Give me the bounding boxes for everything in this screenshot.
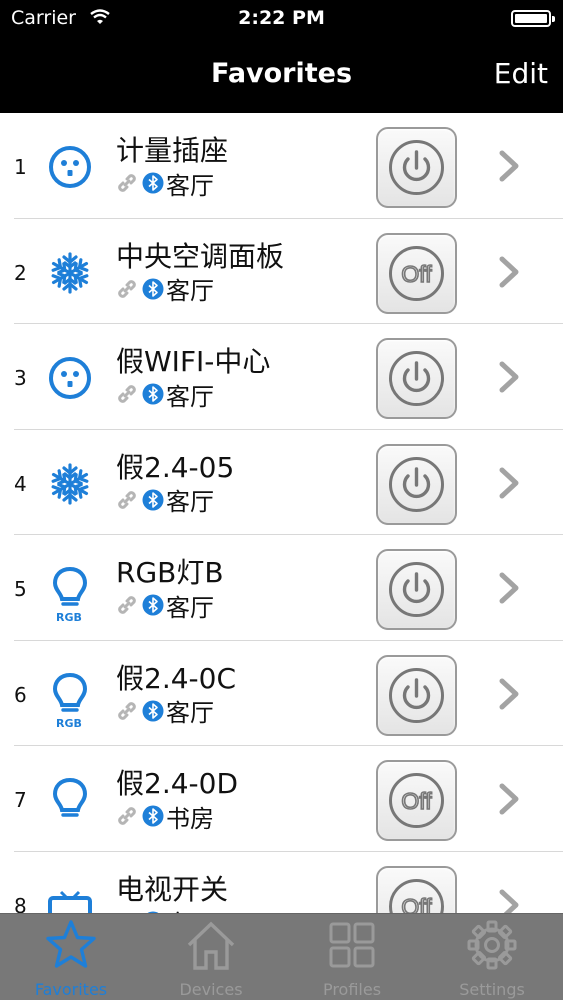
link-icon xyxy=(118,174,136,192)
device-meta: 客厅 xyxy=(116,589,214,622)
bluetooth-icon xyxy=(142,383,164,405)
tab-label: Favorites xyxy=(34,980,108,999)
device-meta: 客厅 xyxy=(116,273,214,305)
power-toggle-button[interactable] xyxy=(376,549,457,630)
tab-favorites[interactable]: Favorites xyxy=(1,914,141,1000)
socket-icon xyxy=(46,354,94,402)
device-name: 计量插座 xyxy=(116,134,229,167)
tab-settings[interactable]: Settings xyxy=(422,914,562,1000)
row-index: 6 xyxy=(14,682,27,707)
room-label: 客厅 xyxy=(166,699,214,727)
device-name: 假2.4-05 xyxy=(116,450,235,484)
device-row[interactable]: 4 假2.4-05 客厅 xyxy=(0,430,563,536)
power-toggle-button[interactable] xyxy=(376,127,457,208)
device-row[interactable]: 3 假WIFI-中心客厅 xyxy=(0,324,563,430)
room-label: 客厅 xyxy=(166,593,214,622)
link-icon xyxy=(118,279,136,298)
device-name: 假WIFI-中心 xyxy=(116,345,271,378)
tv-icon xyxy=(46,882,94,913)
power-toggle-button[interactable]: Off xyxy=(376,760,457,841)
tab-label: Profiles xyxy=(322,980,382,999)
device-name: RGB灯B xyxy=(116,556,224,589)
chevron-right-icon[interactable] xyxy=(496,149,522,187)
device-row[interactable]: 5 RGB RGB灯B 客厅 xyxy=(0,535,563,641)
room-label: 书房 xyxy=(166,804,214,833)
edit-button[interactable]: Edit xyxy=(494,57,548,90)
power-toggle-button[interactable] xyxy=(376,443,457,525)
snowflake-icon xyxy=(46,249,94,297)
row-index: 8 xyxy=(14,893,27,914)
tab-bar: Favorites Devices Profiles Settings xyxy=(0,913,563,1000)
bulb-icon xyxy=(46,776,94,824)
device-meta: 客厅 xyxy=(116,695,214,727)
device-row[interactable]: 2 中央空调面板客厅 Off xyxy=(0,219,563,325)
device-name: 假2.4-0D xyxy=(116,767,239,800)
device-row[interactable]: 1 计量插座客厅 xyxy=(0,113,563,219)
device-meta: 书房 xyxy=(116,800,214,833)
row-index: 3 xyxy=(14,366,27,390)
device-meta: 客厅 xyxy=(116,904,214,913)
device-row[interactable]: 8 电视开关客厅 Off xyxy=(0,852,563,914)
link-icon xyxy=(118,807,136,825)
chevron-right-icon[interactable] xyxy=(496,888,522,913)
battery-icon xyxy=(511,10,555,27)
row-index: 5 xyxy=(14,577,27,601)
device-list: 1 计量插座 客厅 2 中央空调面板 客厅 Off 3 假WIFI-中心 客厅 4 假2.4-05 客厅… xyxy=(0,113,563,913)
svg-text:Off: Off xyxy=(401,894,432,914)
room-label: 客厅 xyxy=(166,171,214,200)
device-meta: 客厅 xyxy=(116,484,214,516)
device-name: 假2.4-0C xyxy=(116,661,236,695)
tab-profiles[interactable]: Profiles xyxy=(282,914,422,1000)
power-toggle-button[interactable] xyxy=(376,654,457,736)
room-label: 客厅 xyxy=(166,277,214,305)
snowflake-icon xyxy=(46,460,94,508)
chevron-right-icon[interactable] xyxy=(496,571,522,609)
chevron-right-icon[interactable] xyxy=(496,677,522,715)
room-label: 客厅 xyxy=(166,488,214,516)
link-icon xyxy=(118,385,136,403)
bluetooth-icon xyxy=(142,594,164,616)
bluetooth-icon xyxy=(142,700,164,721)
link-icon xyxy=(118,596,136,614)
chevron-right-icon[interactable] xyxy=(496,466,522,504)
device-name: 电视开关 xyxy=(116,872,229,906)
tab-devices[interactable]: Devices xyxy=(141,914,281,1000)
bluetooth-icon xyxy=(142,805,164,827)
chevron-right-icon[interactable] xyxy=(496,782,522,820)
link-icon xyxy=(118,701,136,720)
row-index: 1 xyxy=(14,155,27,179)
tab-label: Devices xyxy=(179,980,243,999)
link-icon xyxy=(118,490,136,509)
bluetooth-icon xyxy=(142,172,164,194)
chevron-right-icon[interactable] xyxy=(496,255,522,293)
power-toggle-button[interactable]: Off xyxy=(376,232,457,314)
power-toggle-button[interactable]: Off xyxy=(376,865,457,914)
device-meta: 客厅 xyxy=(116,167,214,200)
device-meta: 客厅 xyxy=(116,378,214,411)
room-label: 客厅 xyxy=(166,904,214,913)
tab-label: Settings xyxy=(459,980,525,999)
room-label: 客厅 xyxy=(166,382,214,411)
bluetooth-icon xyxy=(142,278,164,299)
row-index: 4 xyxy=(14,471,27,496)
rgb-badge: RGB xyxy=(56,611,82,624)
svg-text:Off: Off xyxy=(401,261,432,287)
rgb-bulb-icon xyxy=(46,565,94,613)
row-index: 2 xyxy=(14,260,27,285)
device-name: 中央空调面板 xyxy=(116,239,285,273)
power-toggle-button[interactable] xyxy=(376,338,457,419)
page-title: Favorites xyxy=(210,58,353,89)
device-row[interactable]: 7 假2.4-0D 书房 Off xyxy=(0,746,563,852)
status-time: 2:22 PM xyxy=(238,7,325,29)
rgb-bulb-icon xyxy=(46,671,94,719)
bluetooth-icon xyxy=(142,489,164,510)
nav-bar: Favorites Edit xyxy=(0,38,563,113)
status-bar: Carrier 2:22 PM xyxy=(0,0,563,38)
rgb-badge: RGB xyxy=(56,716,82,730)
svg-text:Off: Off xyxy=(401,788,432,814)
chevron-right-icon[interactable] xyxy=(496,360,522,398)
device-row[interactable]: 6 RGB 假2.4-0C 客厅 xyxy=(0,641,563,747)
socket-icon xyxy=(46,143,94,191)
row-index: 7 xyxy=(14,788,27,812)
